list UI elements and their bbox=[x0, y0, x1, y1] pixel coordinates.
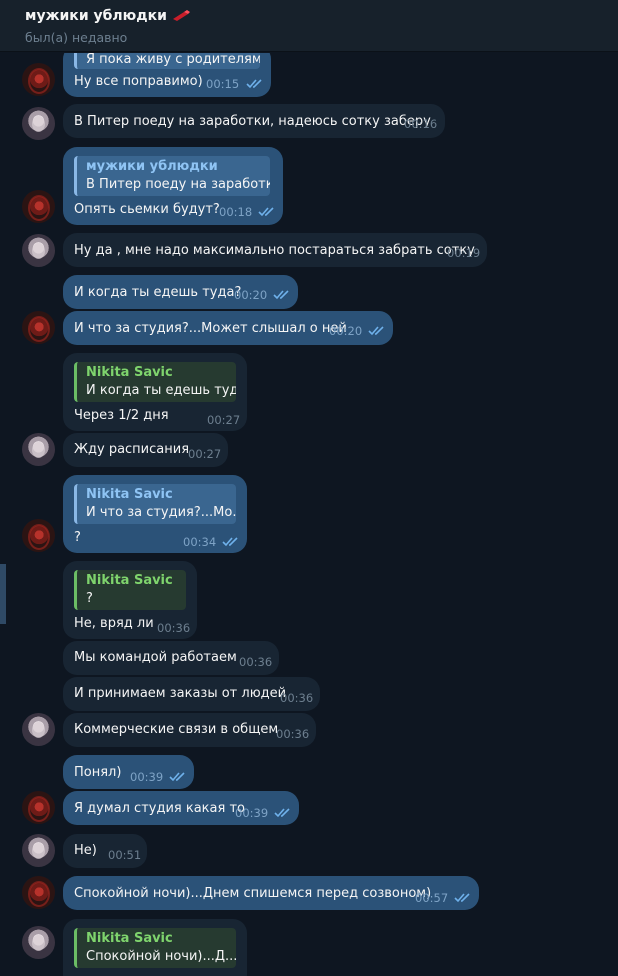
message-time: 00:27 bbox=[188, 447, 222, 461]
avatar[interactable] bbox=[22, 876, 55, 909]
message-text: И что за студия?...Может слышал о ней bbox=[74, 321, 347, 336]
message-bubble[interactable]: В Питер поеду на заработки, надеюсь сотк… bbox=[63, 104, 445, 138]
message-text: Жду расписания bbox=[74, 442, 190, 457]
message-bubble[interactable]: Ну да , мне надо максимально постараться… bbox=[63, 233, 487, 267]
message-bubble[interactable]: И принимаем заказы от людей 00:36 bbox=[63, 677, 320, 711]
reply-quote[interactable]: мужики ублюдки В Питер поеду на заработк… bbox=[74, 156, 270, 196]
message-time: 00:34 bbox=[183, 535, 217, 549]
message-time: 00:39 bbox=[130, 770, 164, 784]
reply-quote-text: ? bbox=[86, 591, 93, 606]
read-check-icon bbox=[273, 290, 289, 300]
avatar[interactable] bbox=[22, 234, 55, 267]
message-bubble[interactable]: И что за студия?...Может слышал о ней 00… bbox=[63, 311, 393, 345]
read-check-icon bbox=[169, 772, 185, 782]
message-time: 00:51 bbox=[108, 848, 142, 862]
avatar[interactable] bbox=[22, 926, 55, 959]
read-check-icon bbox=[274, 808, 290, 818]
message-time: 00:20 bbox=[329, 324, 363, 338]
reply-quote-text: Спокойной ночи)...Д... bbox=[86, 949, 236, 964]
message-bubble[interactable]: Nikita Savic ? Не, вряд ли 00:36 bbox=[63, 561, 197, 639]
reply-quote[interactable]: Nikita Savic Спокойной ночи)...Д... bbox=[74, 928, 236, 968]
message-time: 00:20 bbox=[234, 288, 268, 302]
avatar[interactable] bbox=[22, 791, 55, 824]
message-text: Коммерческие связи в общем bbox=[74, 722, 279, 737]
message-time: 00:16 bbox=[404, 117, 438, 131]
read-check-icon bbox=[222, 537, 238, 547]
chat-status: был(а) недавно bbox=[25, 30, 128, 45]
scroll-indicator[interactable] bbox=[0, 564, 6, 624]
message-bubble[interactable]: Мы командой работаем 00:36 bbox=[63, 641, 279, 675]
read-check-icon bbox=[368, 326, 384, 336]
message-bubble[interactable]: Nikita Savic И что за студия?...Мо... ? … bbox=[63, 475, 247, 553]
message-text: Опять сьемки будут? bbox=[74, 202, 220, 217]
reply-quote-text: Я пока живу с родителям... bbox=[86, 53, 260, 67]
avatar[interactable] bbox=[22, 311, 55, 344]
message-text: В Питер поеду на заработки, надеюсь сотк… bbox=[74, 114, 431, 129]
message-time: 00:39 bbox=[235, 806, 269, 820]
message-text: Ну все поправимо) bbox=[74, 74, 203, 89]
message-text: Я думал студия какая то bbox=[74, 801, 245, 816]
message-bubble[interactable]: Я думал студия какая то 00:39 bbox=[63, 791, 299, 825]
message-time: 00:36 bbox=[239, 655, 273, 669]
message-text: ? bbox=[74, 530, 81, 545]
message-bubble[interactable]: Понял) 00:39 bbox=[63, 755, 194, 789]
message-bubble[interactable]: Nikita Savic И когда ты едешь туд... Чер… bbox=[63, 353, 247, 431]
message-text: Не, вряд ли bbox=[74, 616, 154, 631]
avatar[interactable] bbox=[22, 107, 55, 140]
reply-quote-author: Nikita Savic bbox=[86, 573, 173, 588]
message-bubble[interactable]: Не) 00:51 bbox=[63, 834, 147, 868]
avatar[interactable] bbox=[22, 713, 55, 746]
message-bubble[interactable]: Спокойной ночи)...Днем спишемся перед со… bbox=[63, 876, 479, 910]
reply-quote-author: мужики ублюдки bbox=[86, 159, 218, 174]
message-text: Не) bbox=[74, 843, 97, 858]
message-bubble[interactable]: Жду расписания 00:27 bbox=[63, 433, 228, 467]
reply-quote-text: И что за студия?...Мо... bbox=[86, 505, 236, 520]
reply-quote-author: Nikita Savic bbox=[86, 365, 173, 380]
message-bubble[interactable]: мужики ублюдки В Питер поеду на заработк… bbox=[63, 147, 283, 225]
message-bubble[interactable]: Я пока живу с родителям... Ну все поправ… bbox=[63, 53, 271, 97]
message-time: 00:15 bbox=[206, 77, 240, 91]
message-bubble[interactable]: Коммерческие связи в общем 00:36 bbox=[63, 713, 316, 747]
message-time: 00:36 bbox=[157, 621, 191, 635]
message-text: Через 1/2 дня bbox=[74, 408, 169, 423]
reply-quote-author: Nikita Savic bbox=[86, 931, 173, 946]
avatar[interactable] bbox=[22, 834, 55, 867]
message-text: Понял) bbox=[74, 765, 122, 780]
reply-quote[interactable]: Я пока живу с родителям... bbox=[74, 53, 260, 69]
read-check-icon bbox=[246, 79, 262, 89]
chat-title-text: мужики ублюдки bbox=[25, 8, 167, 24]
chat-header[interactable]: мужики ублюдки был(а) недавно bbox=[0, 0, 618, 52]
message-time: 00:36 bbox=[276, 727, 310, 741]
message-text: Спокойной ночи)...Днем спишемся перед со… bbox=[74, 886, 432, 901]
avatar[interactable] bbox=[22, 519, 55, 552]
read-check-icon bbox=[454, 893, 470, 903]
message-bubble[interactable]: И когда ты едешь туда? 00:20 bbox=[63, 275, 298, 309]
avatar[interactable] bbox=[22, 433, 55, 466]
avatar[interactable] bbox=[22, 190, 55, 223]
reply-quote[interactable]: Nikita Savic ? bbox=[74, 570, 186, 610]
read-check-icon bbox=[258, 207, 274, 217]
message-text: И принимаем заказы от людей bbox=[74, 686, 287, 701]
chat-title[interactable]: мужики ублюдки bbox=[25, 8, 191, 24]
avatar[interactable] bbox=[22, 63, 55, 96]
message-time: 00:36 bbox=[280, 691, 314, 705]
message-time: 00:57 bbox=[415, 891, 449, 905]
reply-quote-text: В Питер поеду на заработк... bbox=[86, 177, 270, 192]
message-time: 00:27 bbox=[207, 413, 241, 427]
message-text: И когда ты едешь туда? bbox=[74, 285, 242, 300]
message-bubble[interactable]: Nikita Savic Спокойной ночи)...Д... bbox=[63, 919, 247, 976]
message-text: Ну да , мне надо максимально постараться… bbox=[74, 243, 475, 258]
message-text: Мы командой работаем bbox=[74, 650, 237, 665]
lipstick-emoji-icon bbox=[172, 10, 190, 21]
reply-quote[interactable]: Nikita Savic И что за студия?...Мо... bbox=[74, 484, 236, 524]
message-list[interactable]: Я пока живу с родителям... Ну все поправ… bbox=[0, 53, 618, 976]
reply-quote[interactable]: Nikita Savic И когда ты едешь туд... bbox=[74, 362, 236, 402]
message-time: 00:18 bbox=[219, 205, 253, 219]
reply-quote-text: И когда ты едешь туд... bbox=[86, 383, 236, 398]
reply-quote-author: Nikita Savic bbox=[86, 487, 173, 502]
message-time: 00:19 bbox=[447, 246, 481, 260]
